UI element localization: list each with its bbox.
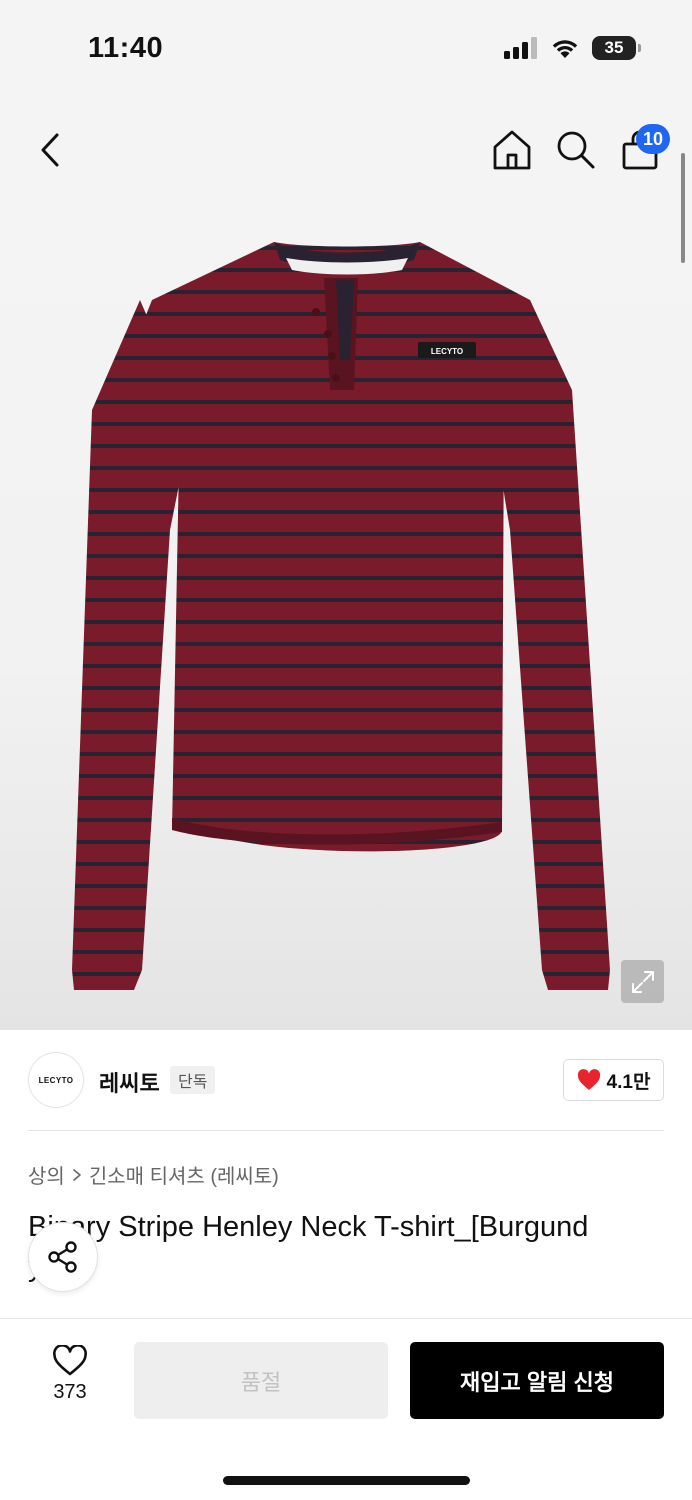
back-button[interactable] <box>30 130 70 170</box>
breadcrumb-item-subcategory[interactable]: 긴소매 티셔츠 (레씨토) <box>89 1160 279 1189</box>
cart-count-badge: 10 <box>636 124 670 154</box>
cellular-signal-icon <box>504 37 537 59</box>
share-icon <box>48 1241 77 1273</box>
heart-filled-icon <box>577 1069 600 1090</box>
brand-logo[interactable]: LECYTO <box>28 1052 84 1108</box>
bottom-action-bar: 373 품절 재입고 알림 신청 <box>0 1318 692 1500</box>
chevron-right-icon <box>73 1168 81 1181</box>
brand-name[interactable]: 레씨토 <box>99 1066 160 1098</box>
exclusive-badge: 단독 <box>170 1066 216 1094</box>
home-indicator[interactable] <box>223 1476 470 1485</box>
search-icon <box>557 131 595 169</box>
search-button[interactable] <box>554 128 598 172</box>
product-image-area[interactable]: 10 LECYTO <box>0 100 692 1030</box>
home-icon <box>493 130 531 170</box>
status-time: 11:40 <box>88 32 164 64</box>
home-button[interactable] <box>490 128 534 172</box>
share-button[interactable] <box>28 1222 98 1292</box>
brand-row: LECYTO 레씨토 단독 4.1만 <box>0 1030 692 1130</box>
divider <box>28 1130 664 1131</box>
product-title: Binary Stripe Henley Neck T-shirt_[Burgu… <box>28 1211 589 1243</box>
wishlist-button[interactable]: 373 <box>34 1345 106 1404</box>
restock-alert-button[interactable]: 재입고 알림 신청 <box>410 1342 664 1419</box>
back-arrow-icon <box>41 133 59 167</box>
scrollbar[interactable] <box>681 153 685 263</box>
wifi-icon <box>552 40 578 58</box>
expand-icon <box>631 970 654 993</box>
brand-like-button[interactable]: 4.1만 <box>563 1059 664 1101</box>
battery-icon: 35 <box>592 36 641 60</box>
brand-like-count: 4.1만 <box>606 1071 651 1093</box>
status-icons: 35 <box>504 36 641 60</box>
heart-outline-icon <box>53 1345 87 1376</box>
breadcrumb: 상의 긴소매 티셔츠 (레씨토) <box>28 1160 279 1189</box>
wishlist-count: 373 <box>53 1381 87 1403</box>
status-bar: 11:40 35 <box>0 0 692 100</box>
chest-logo-text: LECYTO <box>431 347 463 356</box>
expand-image-button[interactable] <box>621 960 664 1003</box>
sold-out-button: 품절 <box>134 1342 388 1419</box>
breadcrumb-item-category[interactable]: 상의 <box>28 1160 65 1189</box>
product-photo: LECYTO <box>72 242 610 990</box>
